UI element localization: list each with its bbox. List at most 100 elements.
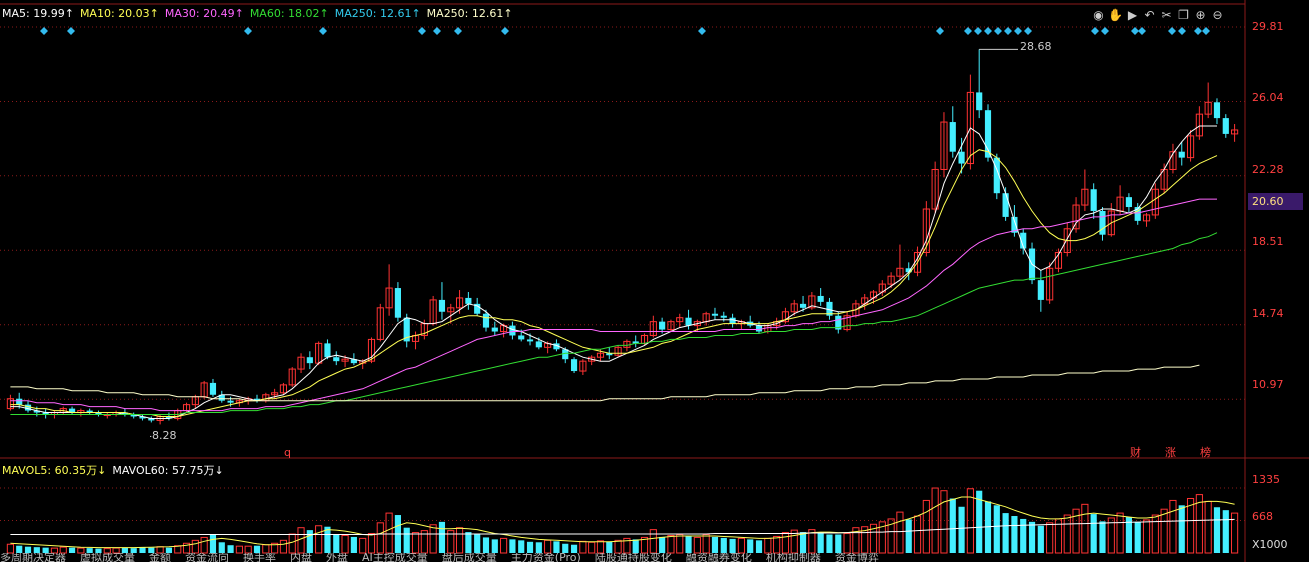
signal-diamond [454, 27, 462, 35]
candle-body [1178, 151, 1185, 158]
volume-bar [1046, 522, 1054, 554]
price-tick: 26.04 [1252, 91, 1284, 104]
indicator-tab[interactable]: 机构抑制器 [766, 553, 821, 562]
volume-bar [773, 535, 781, 554]
volume-bar [1160, 508, 1168, 554]
volume-bar [385, 512, 393, 554]
volume-bar [781, 532, 790, 554]
volume-bar [835, 534, 842, 553]
indicator-tab[interactable]: 金额 [149, 553, 171, 562]
indicator-tab[interactable]: 主力资金(Pro) [511, 553, 581, 562]
signal-diamond [974, 27, 982, 35]
volume-bar [474, 534, 481, 553]
volume-bar [1222, 510, 1229, 553]
badge-zhang[interactable]: 涨 [1165, 444, 1176, 460]
volume-bar [227, 545, 234, 553]
volume-bar [562, 543, 569, 553]
volume-bar [755, 540, 763, 553]
signal-diamond [1194, 27, 1202, 35]
volume-bar [1151, 514, 1159, 554]
candle-body [333, 357, 340, 362]
indicator-tab[interactable]: 融资融券变化 [686, 553, 752, 562]
volume-bar [729, 538, 736, 553]
hand-icon[interactable]: ✋ [1107, 8, 1124, 22]
indicator-tab[interactable]: 陆股通持股变化 [595, 553, 672, 562]
badge-cai[interactable]: 财 [1130, 444, 1141, 460]
vol-legend-item: MAVOL60: 57.75万↓ [112, 464, 224, 477]
volume-bar [588, 541, 596, 554]
volume-bar [1090, 514, 1097, 553]
volume-bar [1134, 521, 1141, 553]
volume-bar [614, 539, 622, 554]
price-tick: 18.51 [1252, 235, 1284, 248]
candle-body [958, 151, 965, 164]
ma-legend-item: MA250: 12.61↑ [426, 7, 513, 20]
candle-body [518, 335, 525, 340]
volume-bar [720, 537, 727, 553]
indicator-tab[interactable]: 内盘 [290, 553, 312, 562]
price-tick: 22.28 [1252, 163, 1284, 176]
indicator-tab[interactable]: 盘后成交量 [442, 553, 497, 562]
signal-diamond [1138, 27, 1146, 35]
candle-body [535, 341, 542, 348]
zoom-out-icon[interactable]: ⊖ [1209, 8, 1226, 22]
event-marker[interactable]: q [284, 446, 291, 459]
signal-diamond [1091, 27, 1099, 35]
ma-legend-item: MA5: 19.99↑ [2, 7, 74, 20]
candle-body [438, 299, 446, 312]
volume-bar [288, 533, 296, 554]
signal-diamond [1178, 27, 1186, 35]
copy-icon[interactable]: ❐ [1175, 8, 1192, 22]
volume-bar [341, 534, 349, 554]
price-tick: 14.74 [1252, 307, 1284, 320]
badge-bang[interactable]: 榜 [1200, 444, 1211, 460]
indicator-tab[interactable]: 资金流向 [185, 553, 229, 562]
scissors-icon[interactable]: ✂ [1158, 8, 1175, 22]
candle-body [1037, 280, 1044, 300]
indicator-tab[interactable]: 外盘 [326, 553, 348, 562]
volume-bar [244, 545, 252, 554]
volume-bar [315, 525, 323, 554]
signal-diamond [994, 27, 1002, 35]
volume-bar [747, 539, 754, 553]
ma-legend: MA5: 19.99↑ MA10: 20.03↑ MA30: 20.49↑ MA60:… [2, 7, 519, 20]
zoom-in-icon[interactable]: ⊕ [1192, 8, 1209, 22]
volume-bar [596, 540, 605, 554]
volume-bar [403, 527, 410, 553]
volume-bar [306, 530, 313, 553]
mavol60-line [10, 518, 1235, 535]
indicator-tab[interactable]: AI主控成交量 [362, 553, 428, 562]
candle-body [1222, 118, 1229, 134]
volume-bar [491, 539, 498, 553]
candle-body [685, 317, 692, 326]
signal-diamond [1202, 27, 1210, 35]
volume-bar [905, 519, 912, 553]
volume-bar [333, 534, 340, 553]
eye-icon[interactable]: ◉ [1090, 8, 1107, 22]
volume-bar [1142, 519, 1151, 554]
high-price-label: 28.68 [1020, 40, 1052, 53]
indicator-tab[interactable]: 换手率 [243, 553, 276, 562]
candle-body [306, 357, 313, 364]
volume-bar [500, 537, 508, 554]
indicator-tab[interactable]: 资金博弈 [835, 553, 879, 562]
candle-body [1099, 210, 1106, 235]
candle-body [799, 303, 807, 308]
undo-icon[interactable]: ↶ [1141, 8, 1158, 22]
candle-body [570, 359, 578, 372]
volume-bar [632, 539, 639, 553]
indicator-tab[interactable]: 多周期决定器 [0, 553, 66, 562]
candle-body [1125, 197, 1132, 208]
price-tick: 29.81 [1252, 20, 1284, 33]
volume-bar [6, 543, 14, 554]
volume-bar [799, 532, 807, 553]
signal-diamond [698, 27, 706, 35]
volume-bar [826, 534, 833, 553]
volume-bar [235, 545, 243, 554]
play-icon[interactable]: ▶ [1124, 8, 1141, 22]
candle-body [720, 315, 727, 318]
volume-bar [191, 539, 199, 554]
ma-legend-item: MA60: 18.02↑ [249, 7, 329, 20]
indicator-tab[interactable]: 虚拟成交量 [80, 553, 135, 562]
volume-legend: MAVOL5: 60.35万↓ MAVOL60: 57.75万↓ [2, 462, 230, 478]
